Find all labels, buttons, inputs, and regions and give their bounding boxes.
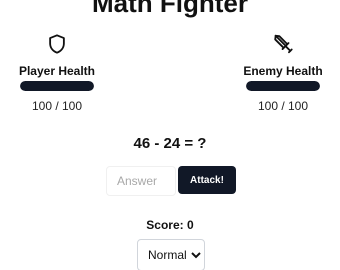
enemy-health-bar-fill (246, 81, 320, 91)
difficulty-select[interactable]: Normal (137, 239, 205, 270)
score-display: Score: 0 (0, 218, 340, 232)
sword-icon (274, 34, 293, 54)
game-container: Math Fighter Player Health 100 / 100 Ene… (0, 0, 340, 270)
enemy-health-bar (246, 81, 320, 91)
answer-input[interactable] (106, 166, 176, 196)
enemy-panel: Enemy Health 100 / 100 (233, 32, 333, 113)
player-health-bar-fill (20, 81, 94, 91)
shield-icon (49, 34, 65, 54)
player-health-bar (20, 81, 94, 91)
math-question: 46 - 24 = ? (133, 135, 207, 152)
game-title: Math Fighter (92, 0, 248, 18)
score-label: Score: (146, 218, 184, 232)
player-health-value: 100 / 100 (31, 99, 83, 113)
score-value: 0 (187, 218, 194, 232)
attack-button[interactable]: Attack! (178, 166, 236, 194)
enemy-health-value: 100 / 100 (257, 99, 309, 113)
answer-form: Attack! (106, 166, 236, 196)
player-health-label: Player Health (18, 64, 96, 78)
player-panel: Player Health 100 / 100 (7, 32, 107, 113)
enemy-health-label: Enemy Health (243, 64, 323, 78)
